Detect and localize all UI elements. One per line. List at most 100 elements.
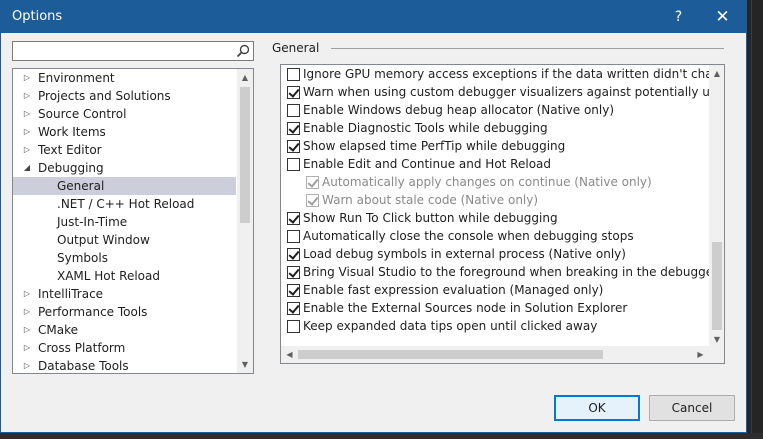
tree-item[interactable]: .NET / C++ Hot Reload bbox=[13, 195, 236, 213]
tree-item-label: IntelliTrace bbox=[38, 287, 104, 301]
option-checkbox[interactable] bbox=[287, 140, 300, 153]
collapsed-arrow-icon[interactable]: ▷ bbox=[22, 303, 32, 321]
ok-button[interactable]: OK bbox=[554, 395, 640, 421]
option-row[interactable]: Automatically close the console when deb… bbox=[281, 227, 709, 245]
option-checkbox[interactable] bbox=[287, 248, 300, 261]
option-checkbox[interactable] bbox=[287, 122, 300, 135]
collapsed-arrow-icon[interactable]: ▷ bbox=[22, 105, 32, 123]
option-row[interactable]: Enable fast expression evaluation (Manag… bbox=[281, 281, 709, 299]
option-row[interactable]: Warn when using custom debugger visualiz… bbox=[281, 83, 709, 101]
option-label: Enable Windows debug heap allocator (Nat… bbox=[303, 103, 615, 117]
option-row[interactable]: Enable Diagnostic Tools while debugging bbox=[281, 119, 709, 137]
tree-item[interactable]: ▷ Environment bbox=[13, 69, 236, 87]
options-dialog: Options ? ✕ ▷ Environment ▷ Projects and So… bbox=[0, 0, 747, 433]
tree-item-label: Symbols bbox=[57, 251, 108, 265]
option-label: Show elapsed time PerfTip while debuggin… bbox=[303, 139, 566, 153]
option-checkbox[interactable] bbox=[287, 158, 300, 171]
window-title: Options bbox=[12, 9, 63, 24]
tree-list: ▷ Environment ▷ Projects and Solutions ▷ Sour… bbox=[13, 69, 236, 373]
help-button[interactable]: ? bbox=[656, 1, 701, 33]
tree-item[interactable]: XAML Hot Reload bbox=[13, 267, 236, 285]
option-row[interactable]: Load debug symbols in external process (… bbox=[281, 245, 709, 263]
collapsed-arrow-icon[interactable]: ▷ bbox=[22, 141, 32, 159]
horizontal-scroll-thumb[interactable] bbox=[298, 350, 603, 359]
close-icon: ✕ bbox=[715, 7, 730, 27]
options-vertical-scrollbar[interactable]: ▲ ▼ bbox=[709, 65, 724, 348]
search-icon[interactable] bbox=[235, 43, 251, 59]
option-checkbox[interactable] bbox=[287, 266, 300, 279]
close-button[interactable]: ✕ bbox=[700, 1, 745, 33]
option-checkbox[interactable] bbox=[287, 284, 300, 297]
scroll-left-arrow-icon[interactable]: ◀ bbox=[281, 346, 298, 363]
option-row[interactable]: Show elapsed time PerfTip while debuggin… bbox=[281, 137, 709, 155]
tree-scroll-thumb[interactable] bbox=[240, 87, 250, 223]
tree-item[interactable]: Just-In-Time bbox=[13, 213, 236, 231]
tree-item[interactable]: Output Window bbox=[13, 231, 236, 249]
option-row[interactable]: Enable Edit and Continue and Hot Reload bbox=[281, 155, 709, 173]
expanded-arrow-icon[interactable]: ◢ bbox=[22, 159, 32, 177]
option-row[interactable]: Warn about stale code (Native only) bbox=[281, 191, 709, 209]
tree-item-label: Just-In-Time bbox=[57, 215, 128, 229]
collapsed-arrow-icon[interactable]: ▷ bbox=[22, 339, 32, 357]
option-checkbox[interactable] bbox=[287, 68, 300, 81]
collapsed-arrow-icon[interactable]: ▷ bbox=[22, 285, 32, 303]
settings-tree: ▷ Environment ▷ Projects and Solutions ▷ Sour… bbox=[12, 68, 254, 374]
tree-vertical-scrollbar[interactable]: ▲ ▼ bbox=[237, 69, 253, 373]
tree-item[interactable]: ▷ Projects and Solutions bbox=[13, 87, 236, 105]
options-panel: Ignore GPU memory access exceptions if t… bbox=[280, 64, 725, 364]
option-row[interactable]: Bring Visual Studio to the foreground wh… bbox=[281, 263, 709, 281]
scrollbar-corner bbox=[709, 346, 724, 363]
option-row[interactable]: Show Run To Click button while debugging bbox=[281, 209, 709, 227]
tree-item-label: Cross Platform bbox=[38, 341, 126, 355]
title-bar[interactable]: Options ? ✕ bbox=[1, 1, 746, 33]
tree-item[interactable]: ▷ Text Editor bbox=[13, 141, 236, 159]
tree-item-label: Work Items bbox=[38, 125, 106, 139]
tree-item[interactable]: ▷ Work Items bbox=[13, 123, 236, 141]
tree-item[interactable]: ◢ Debugging bbox=[13, 159, 236, 177]
tree-item-label: Text Editor bbox=[38, 143, 102, 157]
scroll-right-arrow-icon[interactable]: ▶ bbox=[692, 346, 709, 363]
tree-item-label: XAML Hot Reload bbox=[57, 269, 160, 283]
options-horizontal-scrollbar[interactable]: ◀ ▶ bbox=[281, 346, 709, 363]
option-label: Enable Diagnostic Tools while debugging bbox=[303, 121, 548, 135]
option-row[interactable]: Ignore GPU memory access exceptions if t… bbox=[281, 65, 709, 83]
cancel-button[interactable]: Cancel bbox=[649, 395, 735, 421]
tree-item[interactable]: ▷ Database Tools bbox=[13, 357, 236, 373]
option-label: Warn when using custom debugger visualiz… bbox=[303, 85, 709, 99]
option-label: Automatically apply changes on continue … bbox=[322, 175, 652, 189]
option-label: Bring Visual Studio to the foreground wh… bbox=[303, 265, 709, 279]
option-row[interactable]: Keep expanded data tips open until click… bbox=[281, 317, 709, 335]
collapsed-arrow-icon[interactable]: ▷ bbox=[22, 123, 32, 141]
option-checkbox[interactable] bbox=[306, 194, 319, 207]
option-checkbox[interactable] bbox=[287, 86, 300, 99]
tree-item[interactable]: ▷ Cross Platform bbox=[13, 339, 236, 357]
option-checkbox[interactable] bbox=[287, 212, 300, 225]
scroll-up-arrow-icon[interactable]: ▲ bbox=[709, 65, 724, 82]
tree-item[interactable]: ▷ Performance Tools bbox=[13, 303, 236, 321]
tree-item-label: Projects and Solutions bbox=[38, 89, 171, 103]
tree-item[interactable]: ▷ CMake bbox=[13, 321, 236, 339]
search-box[interactable] bbox=[12, 41, 254, 61]
option-checkbox[interactable] bbox=[287, 104, 300, 117]
options-scroll-thumb[interactable] bbox=[712, 242, 722, 330]
option-row[interactable]: Automatically apply changes on continue … bbox=[281, 173, 709, 191]
scroll-down-arrow-icon[interactable]: ▼ bbox=[237, 356, 253, 373]
option-row[interactable]: Enable Windows debug heap allocator (Nat… bbox=[281, 101, 709, 119]
option-checkbox[interactable] bbox=[287, 302, 300, 315]
option-checkbox[interactable] bbox=[306, 176, 319, 189]
collapsed-arrow-icon[interactable]: ▷ bbox=[22, 357, 32, 373]
options-list: Ignore GPU memory access exceptions if t… bbox=[281, 65, 709, 335]
collapsed-arrow-icon[interactable]: ▷ bbox=[22, 69, 32, 87]
tree-item[interactable]: General bbox=[13, 177, 236, 195]
section-divider bbox=[331, 48, 724, 49]
tree-item[interactable]: ▷ IntelliTrace bbox=[13, 285, 236, 303]
scroll-up-arrow-icon[interactable]: ▲ bbox=[237, 69, 253, 86]
search-input[interactable] bbox=[15, 43, 235, 59]
tree-item[interactable]: Symbols bbox=[13, 249, 236, 267]
option-row[interactable]: Enable the External Sources node in Solu… bbox=[281, 299, 709, 317]
option-checkbox[interactable] bbox=[287, 320, 300, 333]
tree-item[interactable]: ▷ Source Control bbox=[13, 105, 236, 123]
collapsed-arrow-icon[interactable]: ▷ bbox=[22, 87, 32, 105]
option-checkbox[interactable] bbox=[287, 230, 300, 243]
collapsed-arrow-icon[interactable]: ▷ bbox=[22, 321, 32, 339]
